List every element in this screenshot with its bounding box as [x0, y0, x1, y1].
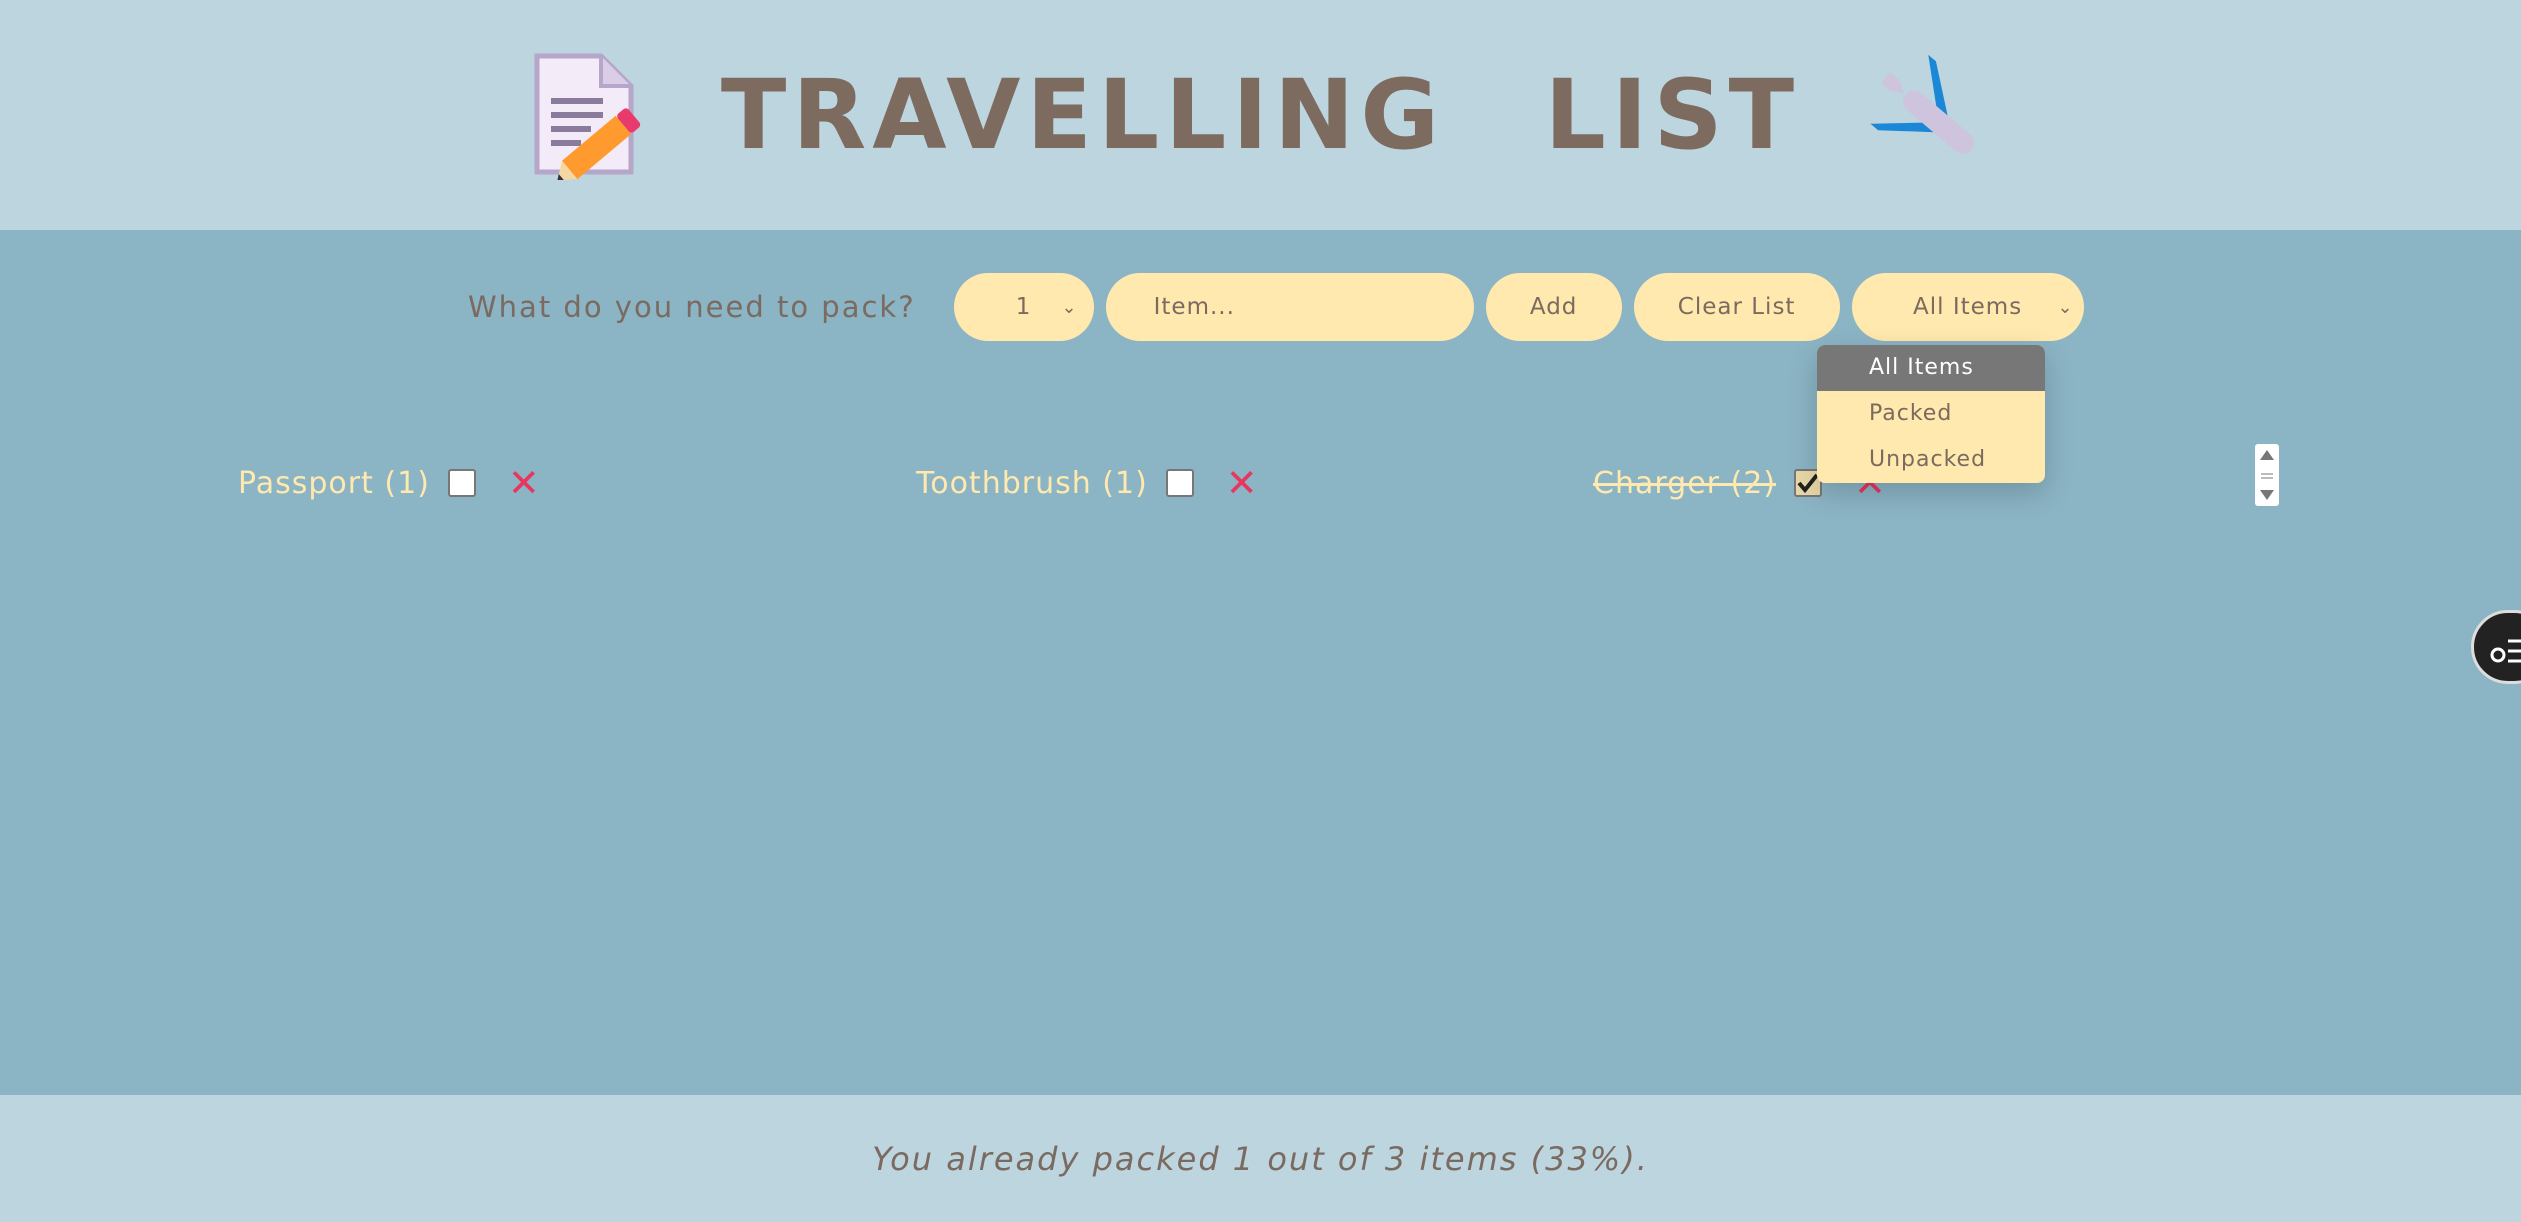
packed-checkbox[interactable] — [1165, 469, 1194, 497]
page-header: TRAVELLING LIST — [0, 0, 2521, 230]
filter-option-all[interactable]: All Items — [1817, 345, 2045, 391]
filter-value: All Items — [1913, 294, 2023, 320]
filter-option-packed[interactable]: Packed — [1817, 391, 2045, 437]
add-item-form: What do you need to pack? 1 ⌄ Item... Ad… — [468, 272, 2096, 342]
chevron-down-icon: ⌄ — [2057, 297, 2074, 318]
filter-select[interactable]: All Items ⌄ — [1851, 273, 2084, 341]
packing-list: Passport (1) ✕ Toothbrush (1) ✕ Charger … — [0, 453, 2521, 523]
quantity-value: 1 — [1015, 294, 1032, 320]
chevron-down-icon: ⌄ — [1061, 297, 1078, 318]
list-item: Toothbrush (1) ✕ — [916, 453, 1258, 513]
page-title: TRAVELLING LIST — [720, 59, 1801, 171]
list-settings-icon — [2490, 639, 2521, 663]
airplane-icon — [1870, 50, 1990, 180]
form-prompt: What do you need to pack? — [468, 290, 916, 324]
scroll-up-icon[interactable] — [2260, 450, 2274, 460]
page-footer: You already packed 1 out of 3 items (33%… — [0, 1095, 2521, 1222]
filter-dropdown-menu: All Items Packed Unpacked — [1817, 345, 2045, 483]
quantity-select[interactable]: 1 ⌄ — [953, 273, 1094, 341]
filter-option-unpacked[interactable]: Unpacked — [1817, 437, 2045, 483]
memo-pencil-icon — [531, 50, 651, 181]
list-item: Passport (1) ✕ — [238, 453, 540, 513]
packing-stats: You already packed 1 out of 3 items (33%… — [872, 1139, 1649, 1178]
item-input[interactable]: Item... — [1105, 273, 1474, 341]
delete-icon[interactable]: ✕ — [1226, 461, 1258, 505]
scroll-stepper[interactable] — [2255, 444, 2279, 506]
packed-checkbox[interactable] — [447, 469, 476, 497]
item-label: Passport (1) — [238, 465, 430, 501]
scroll-down-icon[interactable] — [2260, 490, 2274, 500]
clear-list-button[interactable]: Clear List — [1633, 273, 1840, 341]
clear-list-label: Clear List — [1677, 294, 1796, 320]
item-label: Charger (2) — [1593, 465, 1777, 501]
add-button-label: Add — [1529, 294, 1578, 320]
add-button[interactable]: Add — [1485, 273, 1622, 341]
item-label: Toothbrush (1) — [916, 465, 1148, 501]
item-input-placeholder: Item... — [1153, 294, 1235, 320]
main-area: What do you need to pack? 1 ⌄ Item... Ad… — [0, 230, 2521, 1095]
delete-icon[interactable]: ✕ — [508, 461, 540, 505]
